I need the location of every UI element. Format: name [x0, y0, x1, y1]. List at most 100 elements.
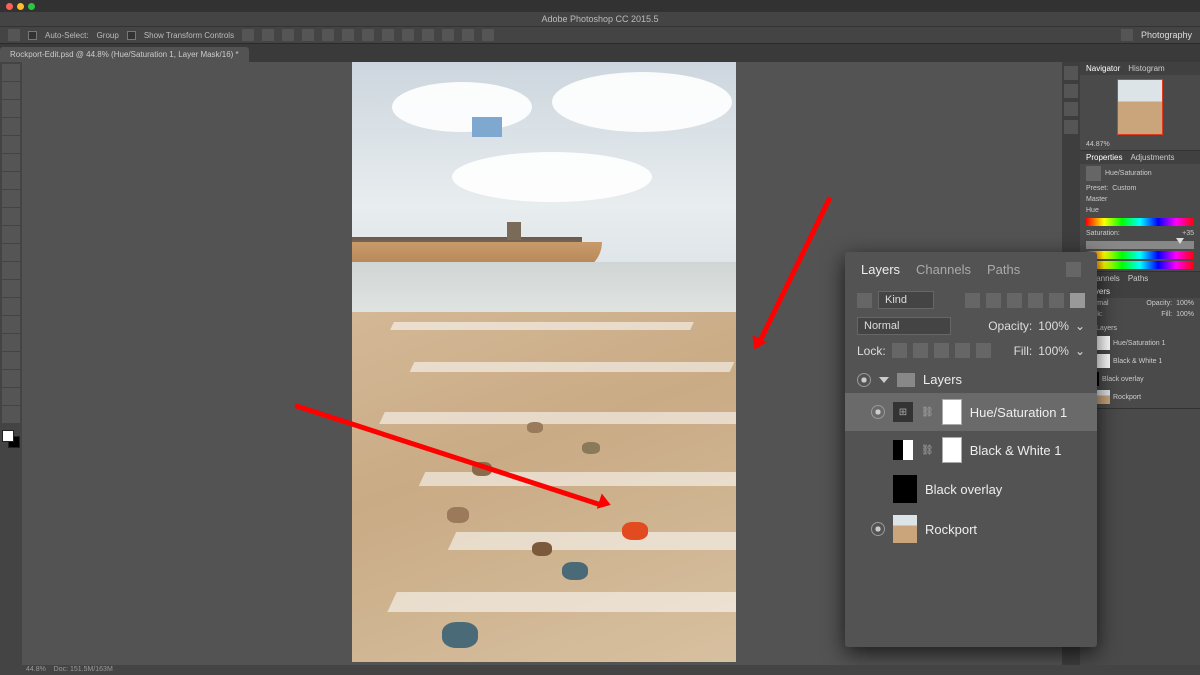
tab-histogram[interactable]: Histogram [1128, 64, 1164, 73]
status-zoom[interactable]: 44.8% [26, 666, 46, 673]
spot-heal-tool-icon[interactable] [2, 172, 20, 189]
filter-pixel-icon[interactable] [965, 293, 980, 308]
hue-slider[interactable] [1086, 218, 1194, 226]
lock-position-icon[interactable] [934, 343, 949, 358]
align-icon[interactable] [322, 29, 334, 41]
saturation-value[interactable]: +35 [1182, 230, 1194, 237]
zoom-tool-icon[interactable] [2, 406, 20, 423]
lock-artboard-icon[interactable] [955, 343, 970, 358]
3d-mode-icon[interactable] [482, 29, 494, 41]
layer-row[interactable]: Black & White 1 [1084, 352, 1196, 370]
chevron-down-icon[interactable]: ⌄ [1075, 319, 1085, 333]
auto-select-checkbox[interactable] [28, 31, 37, 40]
tab-adjustments[interactable]: Adjustments [1130, 153, 1174, 162]
fill-value[interactable]: 100% [1176, 311, 1194, 318]
close-icon[interactable] [6, 3, 13, 10]
visibility-icon[interactable] [871, 405, 885, 419]
adjustment-thumb-icon[interactable] [893, 440, 913, 460]
dodge-tool-icon[interactable] [2, 298, 20, 315]
tab-paths[interactable]: Paths [987, 262, 1020, 277]
visibility-icon[interactable] [871, 522, 885, 536]
clone-stamp-tool-icon[interactable] [2, 208, 20, 225]
type-tool-icon[interactable] [2, 334, 20, 351]
shape-tool-icon[interactable] [2, 370, 20, 387]
filter-smart-icon[interactable] [1049, 293, 1064, 308]
layer-group-row[interactable]: Layers [1084, 322, 1196, 334]
layer-row[interactable]: Hue/Saturation 1 [1084, 334, 1196, 352]
layer-thumb-icon[interactable] [893, 475, 917, 503]
navigator-thumbnail[interactable] [1117, 79, 1163, 135]
eraser-tool-icon[interactable] [2, 244, 20, 261]
filter-type-icon[interactable] [857, 293, 872, 308]
layer-thumb-icon[interactable] [893, 515, 917, 543]
align-icon[interactable] [302, 29, 314, 41]
align-icon[interactable] [242, 29, 254, 41]
filter-kind-select[interactable]: Kind [878, 291, 934, 309]
distribute-icon[interactable] [462, 29, 474, 41]
hand-tool-icon[interactable] [2, 388, 20, 405]
fill-value[interactable]: 100% [1038, 344, 1069, 358]
filter-adjust-icon[interactable] [986, 293, 1001, 308]
align-icon[interactable] [282, 29, 294, 41]
lock-all-icon[interactable] [976, 343, 991, 358]
layer-row[interactable]: ⛓ Black & White 1 [845, 431, 1097, 469]
document-canvas[interactable] [352, 62, 736, 662]
filter-toggle-icon[interactable] [1070, 293, 1085, 308]
tab-navigator[interactable]: Navigator [1086, 64, 1120, 73]
distribute-icon[interactable] [422, 29, 434, 41]
lock-transparency-icon[interactable] [892, 343, 907, 358]
gradient-tool-icon[interactable] [2, 262, 20, 279]
layer-mask-icon[interactable] [942, 399, 962, 425]
marquee-tool-icon[interactable] [2, 82, 20, 99]
maximize-icon[interactable] [28, 3, 35, 10]
status-doc[interactable]: Doc: 151.5M/163M [54, 666, 113, 673]
opacity-value[interactable]: 100% [1176, 300, 1194, 307]
history-panel-icon[interactable] [1064, 66, 1078, 80]
pen-tool-icon[interactable] [2, 316, 20, 333]
filter-shape-icon[interactable] [1028, 293, 1043, 308]
auto-select-mode[interactable]: Group [97, 31, 119, 40]
path-select-tool-icon[interactable] [2, 352, 20, 369]
distribute-icon[interactable] [382, 29, 394, 41]
quick-select-tool-icon[interactable] [2, 118, 20, 135]
link-icon[interactable]: ⛓ [921, 445, 934, 456]
show-transform-checkbox[interactable] [127, 31, 136, 40]
chevron-down-icon[interactable] [879, 377, 889, 383]
layer-row[interactable]: Rockport [845, 509, 1097, 549]
lock-pixels-icon[interactable] [913, 343, 928, 358]
chevron-down-icon[interactable]: ⌄ [1075, 344, 1085, 358]
info-panel-icon[interactable] [1064, 120, 1078, 134]
layer-row[interactable]: Black overlay [845, 469, 1097, 509]
color-swatches[interactable] [2, 430, 20, 448]
workspace-switcher[interactable]: Photography [1141, 30, 1192, 40]
preset-value[interactable]: Custom [1112, 185, 1136, 192]
move-tool-icon[interactable] [2, 64, 20, 81]
visibility-icon[interactable] [857, 373, 871, 387]
actions-panel-icon[interactable] [1064, 102, 1078, 116]
distribute-icon[interactable] [362, 29, 374, 41]
layer-row[interactable]: Black overlay [1084, 370, 1196, 388]
minimize-icon[interactable] [17, 3, 24, 10]
eyedropper-tool-icon[interactable] [2, 154, 20, 171]
tab-layers[interactable]: Layers [861, 262, 900, 277]
layer-group-row[interactable]: Layers [845, 366, 1097, 393]
blend-mode-select[interactable]: Normal [857, 317, 951, 335]
history-brush-tool-icon[interactable] [2, 226, 20, 243]
saturation-slider[interactable] [1086, 241, 1194, 249]
crop-tool-icon[interactable] [2, 136, 20, 153]
navigator-zoom[interactable]: 44.87% [1086, 141, 1110, 148]
opacity-value[interactable]: 100% [1038, 319, 1069, 333]
lasso-tool-icon[interactable] [2, 100, 20, 117]
type-panel-icon[interactable] [1064, 84, 1078, 98]
distribute-icon[interactable] [402, 29, 414, 41]
layer-thumb-icon[interactable] [1096, 390, 1110, 404]
layer-row[interactable]: ⊞ ⛓ Hue/Saturation 1 [845, 393, 1097, 431]
panel-menu-icon[interactable] [1066, 262, 1081, 277]
blur-tool-icon[interactable] [2, 280, 20, 297]
layer-mask-icon[interactable] [1096, 336, 1110, 350]
tab-properties[interactable]: Properties [1086, 153, 1122, 162]
link-icon[interactable]: ⛓ [921, 407, 934, 418]
adjustment-thumb-icon[interactable]: ⊞ [893, 402, 913, 422]
filter-type-layer-icon[interactable] [1007, 293, 1022, 308]
tab-channels[interactable]: Channels [916, 262, 971, 277]
